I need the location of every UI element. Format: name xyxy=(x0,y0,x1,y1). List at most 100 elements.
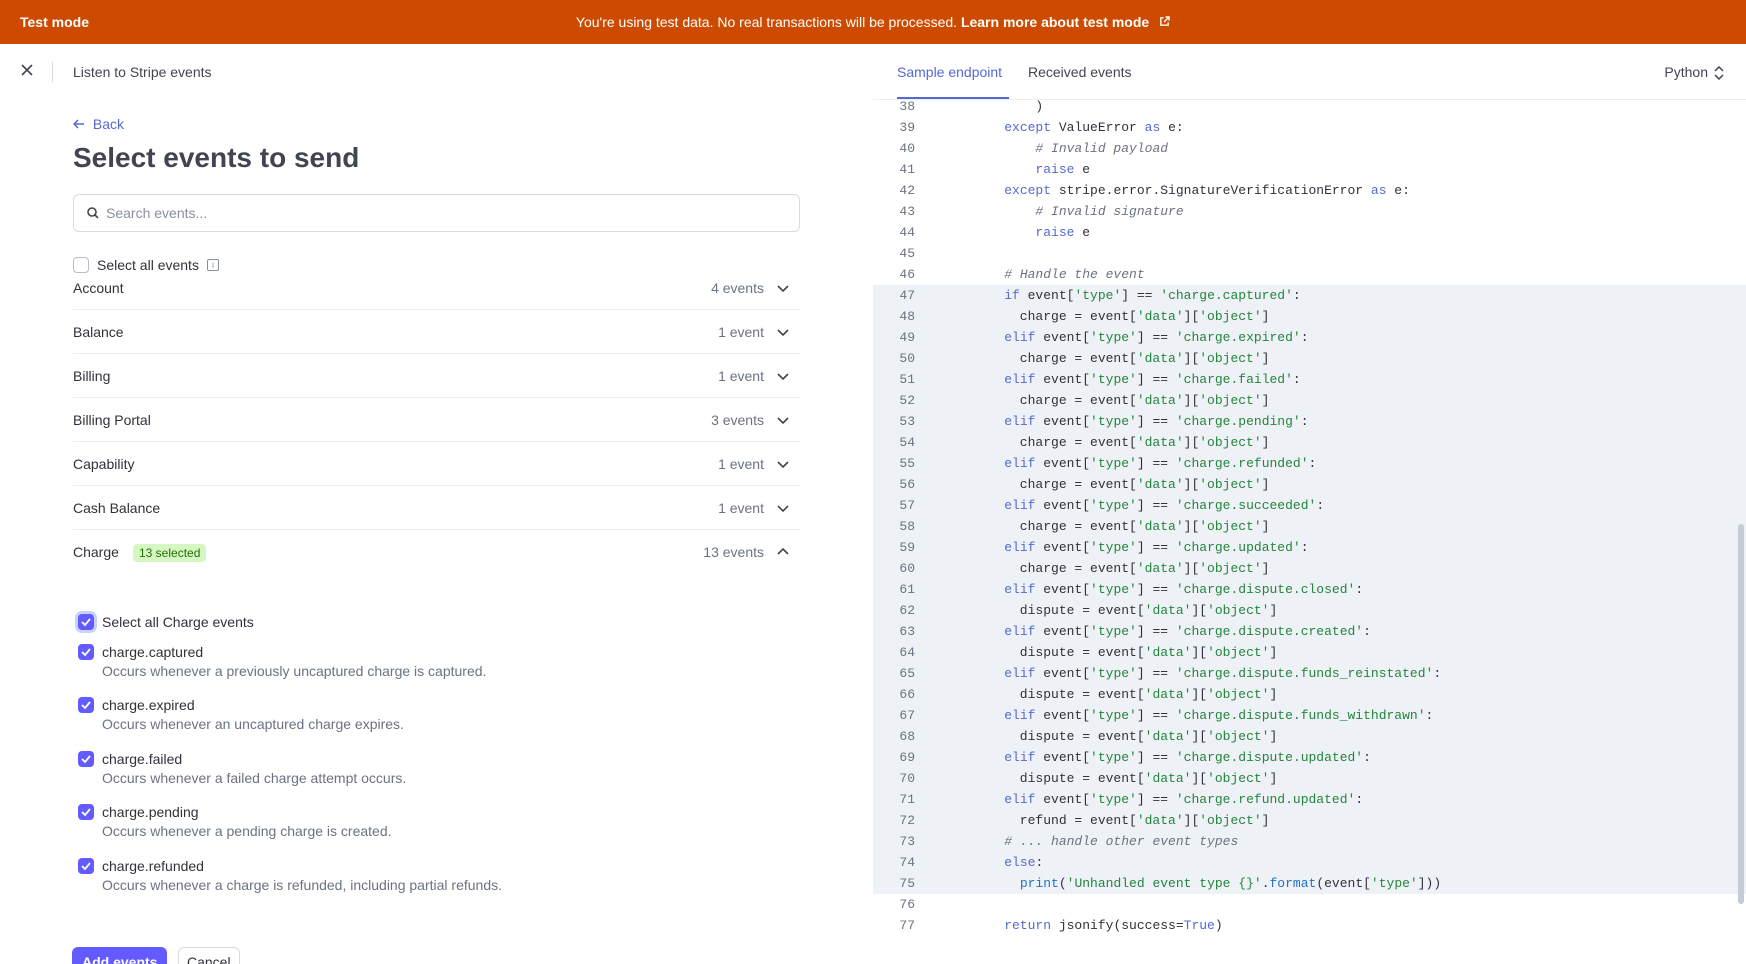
tab-sample-endpoint[interactable]: Sample endpoint xyxy=(897,44,1002,100)
chevron-down-icon xyxy=(776,369,790,383)
event-description: Occurs whenever a previously uncaptured … xyxy=(102,663,487,679)
page-title: Select events to send xyxy=(73,142,360,173)
code-line: 66 dispute = event['data']['object'] xyxy=(873,684,1746,705)
line-number: 42 xyxy=(899,183,915,198)
code-line: 73 # ... handle other event types xyxy=(873,831,1746,852)
code-text: charge = event['data']['object'] xyxy=(973,561,1270,576)
line-number: 58 xyxy=(899,519,915,534)
learn-more-link[interactable]: Learn more about test mode xyxy=(961,14,1149,30)
category-name: Capability xyxy=(73,456,135,472)
add-events-button[interactable]: Add events xyxy=(72,947,168,964)
cancel-button[interactable]: Cancel xyxy=(178,947,240,964)
code-line: 44 raise e xyxy=(873,222,1746,243)
category-charge[interactable]: Charge 13 selected 13 events xyxy=(73,530,800,574)
code-line: 69 elif event['type'] == 'charge.dispute… xyxy=(873,747,1746,768)
code-text: return jsonify(success=True) xyxy=(1004,918,1223,933)
category-name: Billing xyxy=(73,368,111,384)
event-item[interactable]: charge.refunded Occurs whenever a charge… xyxy=(78,856,778,894)
line-number: 61 xyxy=(899,582,915,597)
event-checkbox[interactable] xyxy=(78,697,94,713)
event-checkbox[interactable] xyxy=(78,858,94,874)
code-line: 47 if event['type'] == 'charge.captured'… xyxy=(873,285,1746,306)
chevron-down-icon xyxy=(776,281,790,295)
code-line: 55 elif event['type'] == 'charge.refunde… xyxy=(873,453,1746,474)
code-text: dispute = event['data']['object'] xyxy=(973,603,1278,618)
code-text: charge = event['data']['object'] xyxy=(973,477,1270,492)
line-number: 74 xyxy=(899,855,915,870)
event-name: charge.pending xyxy=(102,804,199,820)
code-text: # Handle the event xyxy=(1004,267,1145,282)
category-capability[interactable]: Capability 1 event xyxy=(73,442,800,486)
event-item[interactable]: charge.captured Occurs whenever a previo… xyxy=(78,642,778,680)
category-balance[interactable]: Balance 1 event xyxy=(73,310,800,354)
line-number: 43 xyxy=(899,204,915,219)
event-item[interactable]: charge.pending Occurs whenever a pending… xyxy=(78,802,778,840)
line-number: 44 xyxy=(899,225,915,240)
code-line: 65 elif event['type'] == 'charge.dispute… xyxy=(873,663,1746,684)
search-input[interactable] xyxy=(106,197,786,229)
chevron-up-down-icon[interactable] xyxy=(1714,65,1724,81)
test-mode-banner: Test mode You're using test data. No rea… xyxy=(0,0,1746,44)
code-line: 58 charge = event['data']['object'] xyxy=(873,516,1746,537)
event-checkbox[interactable] xyxy=(78,804,94,820)
chevron-down-icon xyxy=(776,457,790,471)
banner-message: You're using test data. No real transact… xyxy=(0,0,1746,45)
code-line: 56 charge = event['data']['object'] xyxy=(873,474,1746,495)
code-text: elif event['type'] == 'charge.updated': xyxy=(1004,540,1309,555)
event-item[interactable]: charge.failed Occurs whenever a failed c… xyxy=(78,749,778,787)
code-line: 74 else: xyxy=(873,852,1746,873)
code-line: 67 elif event['type'] == 'charge.dispute… xyxy=(873,705,1746,726)
category-billing-portal[interactable]: Billing Portal 3 events xyxy=(73,398,800,442)
code-text: elif event['type'] == 'charge.dispute.fu… xyxy=(1004,708,1434,723)
code-text: charge = event['data']['object'] xyxy=(973,309,1270,324)
event-selection-pane: Listen to Stripe events Back Select even… xyxy=(0,44,873,964)
line-number: 51 xyxy=(899,372,915,387)
scrollbar[interactable] xyxy=(1738,524,1744,904)
code-text: refund = event['data']['object'] xyxy=(973,813,1270,828)
line-number: 75 xyxy=(899,876,915,891)
category-account[interactable]: Account 4 events xyxy=(73,266,800,310)
code-sample-pane: Sample endpoint Received events Python 3… xyxy=(873,44,1746,964)
event-item[interactable]: charge.expired Occurs whenever an uncapt… xyxy=(78,695,778,733)
code-text: elif event['type'] == 'charge.dispute.up… xyxy=(1004,750,1371,765)
line-number: 53 xyxy=(899,414,915,429)
back-link[interactable]: Back xyxy=(72,116,124,132)
category-name: Charge xyxy=(73,544,119,560)
code-line: 51 elif event['type'] == 'charge.failed'… xyxy=(873,369,1746,390)
select-all-charge-events[interactable]: Select all Charge events xyxy=(78,612,254,632)
line-number: 46 xyxy=(899,267,915,282)
selected-count-badge: 13 selected xyxy=(133,544,207,562)
chevron-up-icon xyxy=(776,545,790,559)
category-name: Account xyxy=(73,280,124,296)
code-line: 76 xyxy=(873,894,1746,915)
event-checkbox[interactable] xyxy=(78,644,94,660)
line-number: 41 xyxy=(899,162,915,177)
event-checkbox[interactable] xyxy=(78,751,94,767)
tab-received-events[interactable]: Received events xyxy=(1028,44,1132,100)
code-line: 72 refund = event['data']['object'] xyxy=(873,810,1746,831)
select-all-charge-checkbox[interactable] xyxy=(78,614,94,630)
category-count: 1 event xyxy=(718,368,764,384)
language-selector[interactable]: Python xyxy=(1664,44,1708,100)
code-text: dispute = event['data']['object'] xyxy=(973,645,1278,660)
code-text: elif event['type'] == 'charge.succeeded'… xyxy=(1004,498,1325,513)
code-text: elif event['type'] == 'charge.dispute.cl… xyxy=(1004,582,1364,597)
code-line: 71 elif event['type'] == 'charge.refund.… xyxy=(873,789,1746,810)
code-block: 38 ) 39 except ValueError as e: 40 # Inval… xyxy=(873,100,1746,964)
code-line: 40 # Invalid payload xyxy=(873,138,1746,159)
category-billing[interactable]: Billing 1 event xyxy=(73,354,800,398)
code-text: if event['type'] == 'charge.captured': xyxy=(1004,288,1301,303)
category-count: 1 event xyxy=(718,500,764,516)
category-cash-balance[interactable]: Cash Balance 1 event xyxy=(73,486,800,530)
chevron-down-icon xyxy=(776,413,790,427)
line-number: 73 xyxy=(899,834,915,849)
line-number: 72 xyxy=(899,813,915,828)
chevron-down-icon xyxy=(776,325,790,339)
line-number: 52 xyxy=(899,393,915,408)
arrow-left-icon xyxy=(72,116,89,132)
code-text: charge = event['data']['object'] xyxy=(973,351,1270,366)
code-line: 46 # Handle the event xyxy=(873,264,1746,285)
code-line: 42 except stripe.error.SignatureVerifica… xyxy=(873,180,1746,201)
category-name: Balance xyxy=(73,324,124,340)
close-icon[interactable] xyxy=(16,60,38,82)
